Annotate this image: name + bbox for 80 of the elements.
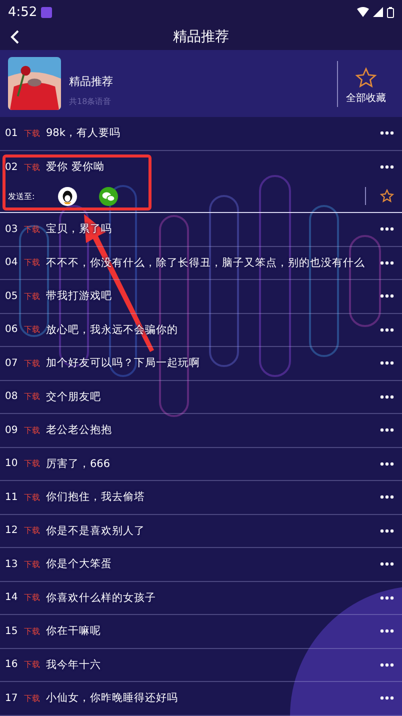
download-link[interactable]: 下载 bbox=[24, 162, 40, 173]
download-link[interactable]: 下载 bbox=[24, 659, 40, 670]
track-number: 09 bbox=[5, 424, 19, 436]
more-icon[interactable] bbox=[380, 696, 394, 700]
track-title[interactable]: 你们抱住，我去偷塔 bbox=[46, 490, 376, 504]
track-title[interactable]: 你是不是喜欢别人了 bbox=[46, 524, 376, 538]
download-link[interactable]: 下载 bbox=[24, 324, 40, 336]
track-number: 01 bbox=[5, 128, 19, 139]
track-number: 06 bbox=[5, 324, 19, 336]
more-icon[interactable] bbox=[380, 361, 394, 366]
back-icon[interactable] bbox=[10, 30, 20, 44]
more-icon[interactable] bbox=[380, 662, 394, 667]
download-link[interactable]: 下载 bbox=[24, 558, 40, 570]
app-icon bbox=[41, 6, 52, 18]
more-icon[interactable] bbox=[380, 528, 394, 533]
track-title[interactable]: 老公老公抱抱 bbox=[46, 423, 376, 438]
favorite-all-button[interactable]: 全部收藏 bbox=[338, 62, 394, 104]
star-icon[interactable] bbox=[380, 189, 394, 203]
track-title[interactable]: 厉害了，666 bbox=[46, 456, 376, 471]
track-number: 14 bbox=[5, 592, 19, 604]
status-time: 4:52 bbox=[8, 4, 38, 20]
share-label: 发送至: bbox=[8, 190, 36, 202]
track-number: 10 bbox=[5, 458, 19, 470]
signal-icon bbox=[373, 7, 383, 17]
chat-bubbles-icon[interactable] bbox=[99, 186, 118, 206]
track-number: 17 bbox=[5, 692, 19, 704]
track-number: 12 bbox=[5, 525, 19, 536]
download-link[interactable]: 下载 bbox=[24, 290, 40, 302]
track-title[interactable]: 加个好友可以吗？下局一起玩啊 bbox=[46, 356, 376, 370]
download-link[interactable]: 下载 bbox=[24, 592, 40, 604]
track-title[interactable]: 爱你 爱你呦 bbox=[46, 160, 376, 174]
track-title[interactable]: 小仙女，你昨晚睡得还好吗 bbox=[46, 691, 376, 706]
more-icon[interactable] bbox=[380, 629, 394, 634]
more-icon[interactable] bbox=[380, 131, 394, 136]
track-number: 11 bbox=[5, 492, 19, 503]
more-icon[interactable] bbox=[380, 328, 394, 332]
track-number: 05 bbox=[5, 290, 19, 302]
more-icon[interactable] bbox=[380, 260, 394, 265]
download-link[interactable]: 下载 bbox=[24, 424, 40, 436]
more-icon[interactable] bbox=[380, 428, 394, 432]
track-number: 04 bbox=[5, 257, 19, 268]
download-link[interactable]: 下载 bbox=[24, 257, 40, 268]
download-link[interactable]: 下载 bbox=[24, 492, 40, 503]
more-icon[interactable] bbox=[380, 462, 394, 466]
more-icon[interactable] bbox=[380, 394, 394, 399]
track-number: 13 bbox=[5, 558, 19, 570]
track-title[interactable]: 带我打游戏吧 bbox=[46, 289, 376, 304]
download-link[interactable]: 下载 bbox=[24, 391, 40, 402]
track-number: 08 bbox=[5, 391, 19, 402]
battery-icon bbox=[387, 6, 394, 18]
more-icon[interactable] bbox=[380, 165, 394, 170]
more-icon[interactable] bbox=[380, 294, 394, 298]
track-title[interactable]: 你喜欢什么样的女孩子 bbox=[46, 590, 376, 605]
track-title[interactable]: 我今年十六 bbox=[46, 658, 376, 672]
track-title[interactable]: 你是个大笨蛋 bbox=[46, 557, 376, 572]
album-title: 精品推荐 bbox=[69, 74, 114, 89]
download-link[interactable]: 下载 bbox=[24, 692, 40, 704]
wifi-icon bbox=[357, 7, 369, 17]
track-number: 02 bbox=[5, 162, 19, 173]
track-number: 07 bbox=[5, 358, 19, 369]
more-icon[interactable] bbox=[380, 596, 394, 600]
download-link[interactable]: 下载 bbox=[24, 626, 40, 637]
track-number: 16 bbox=[5, 659, 19, 670]
voice-count: 共18条语音 bbox=[69, 96, 112, 107]
download-link[interactable]: 下载 bbox=[24, 128, 40, 139]
track-title[interactable]: 你在干嘛呢 bbox=[46, 624, 376, 638]
more-icon[interactable] bbox=[380, 495, 394, 500]
track-title[interactable]: 98k，有人要吗 bbox=[46, 126, 376, 140]
more-icon[interactable] bbox=[380, 562, 394, 566]
page-title: 精品推荐 bbox=[173, 28, 229, 46]
star-icon bbox=[355, 66, 377, 88]
download-link[interactable]: 下载 bbox=[24, 525, 40, 536]
download-link[interactable]: 下载 bbox=[24, 358, 40, 369]
track-title[interactable]: 交个朋友吧 bbox=[46, 390, 376, 404]
download-link[interactable]: 下载 bbox=[24, 224, 40, 235]
track-number: 03 bbox=[5, 224, 19, 235]
track-number: 15 bbox=[5, 626, 19, 637]
more-icon[interactable] bbox=[380, 227, 394, 232]
download-link[interactable]: 下载 bbox=[24, 458, 40, 470]
penguin-icon[interactable] bbox=[58, 186, 77, 206]
